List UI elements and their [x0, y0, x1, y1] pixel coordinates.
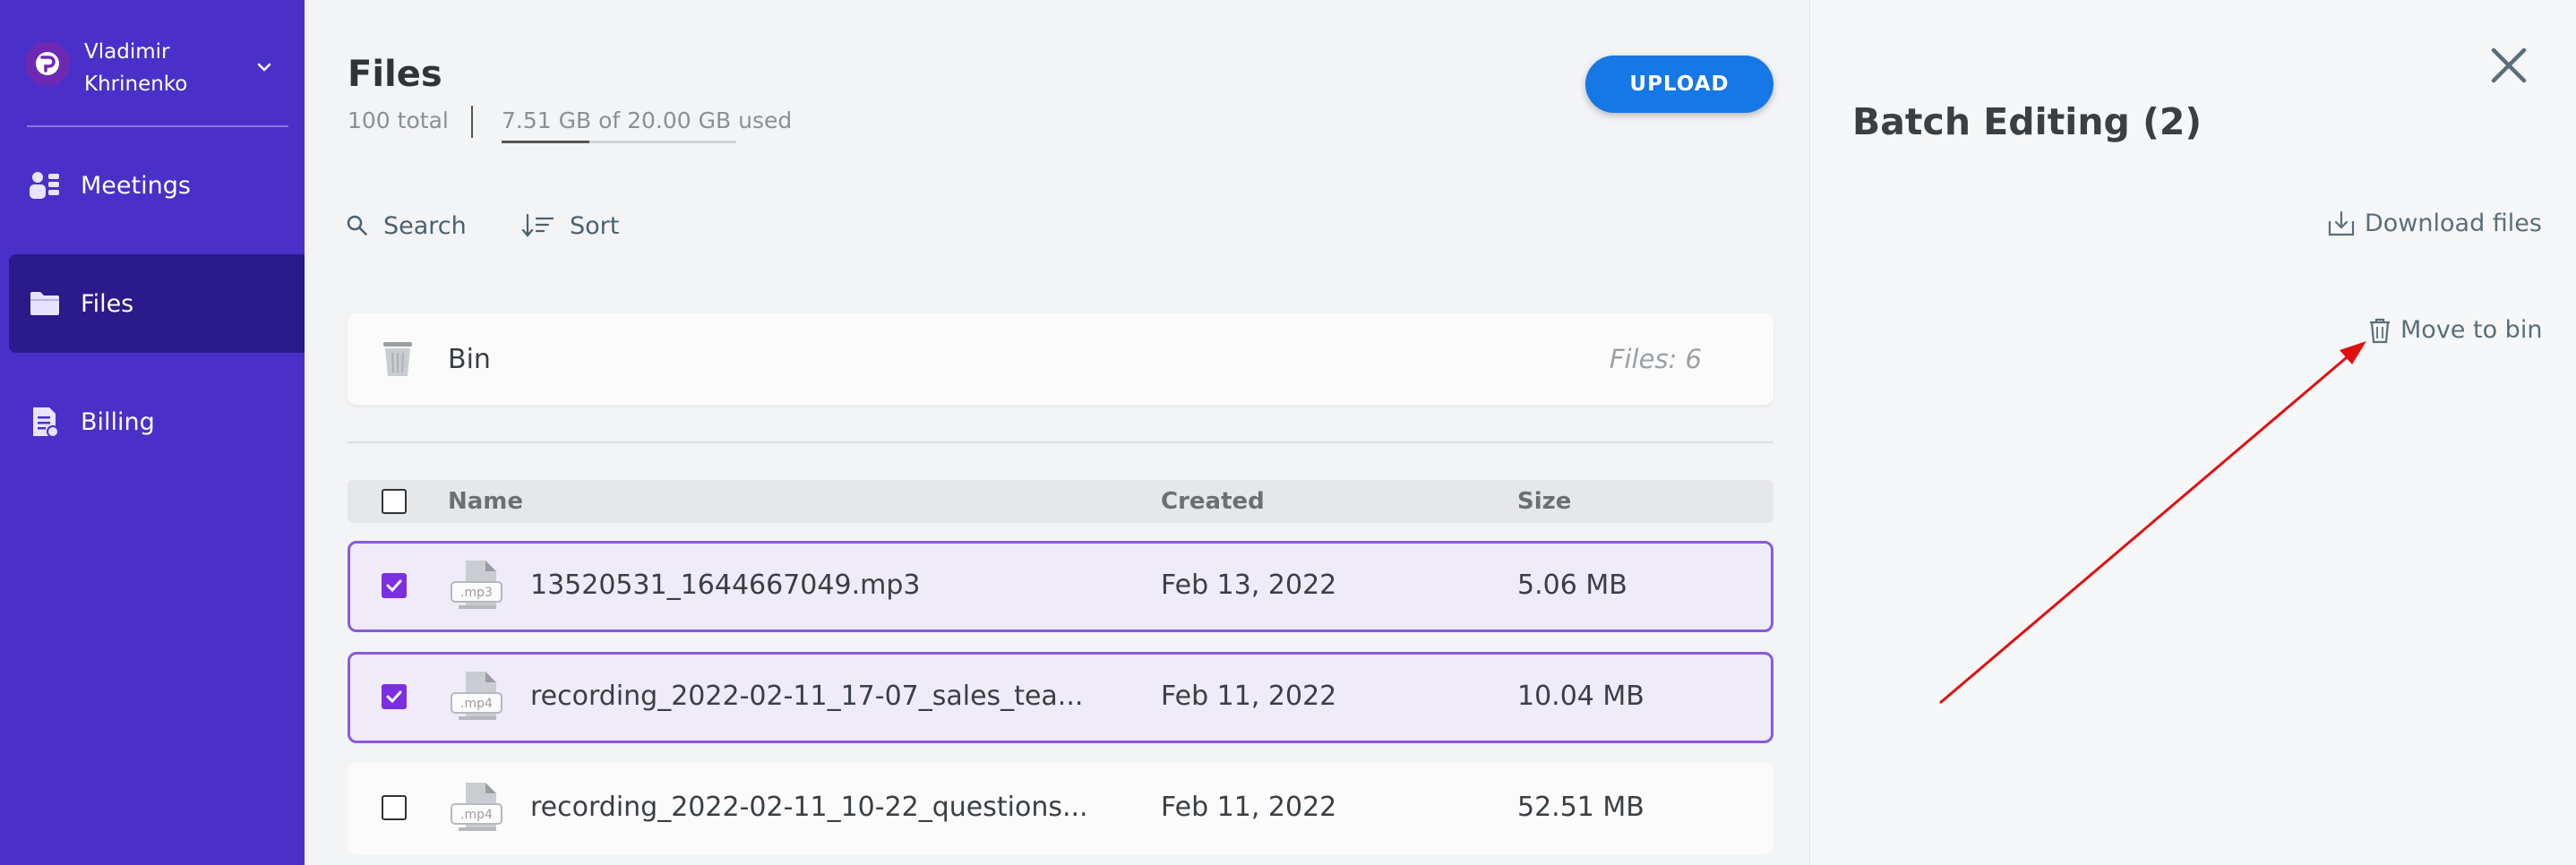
table-header: Name Created Size: [348, 480, 1773, 523]
column-header-created[interactable]: Created: [1161, 480, 1265, 523]
sort-label: Sort: [570, 211, 620, 240]
panel-title: Batch Editing (2): [1852, 100, 2202, 143]
column-header-size[interactable]: Size: [1517, 480, 1571, 523]
user-menu[interactable]: Vladimir Khrinenko: [25, 36, 285, 98]
sort-icon: [521, 213, 554, 237]
sidebar-item-label: Billing: [81, 407, 155, 436]
search-button[interactable]: Search: [346, 208, 467, 244]
row-checkbox[interactable]: [382, 795, 407, 820]
media-file-icon: .mp3: [448, 559, 505, 618]
move-to-bin-button[interactable]: Move to bin: [2368, 316, 2542, 344]
file-name[interactable]: 13520531_1644667049.mp3: [530, 570, 1086, 601]
checkmark-icon: [386, 690, 402, 704]
row-checkbox[interactable]: [382, 573, 407, 598]
table-row[interactable]: .mp3 13520531_1644667049.mp3 Feb 13, 2022 5…: [348, 541, 1773, 632]
download-files-label: Download files: [2365, 210, 2542, 237]
bin-folder[interactable]: Bin Files: 6: [348, 313, 1773, 405]
sort-button[interactable]: Sort: [521, 208, 619, 244]
folder-icon: [27, 286, 63, 321]
upload-button[interactable]: UPLOAD: [1585, 56, 1773, 113]
download-icon: [2328, 210, 2355, 236]
section-divider: [348, 441, 1773, 443]
bin-file-count: Files: 6: [1609, 344, 1702, 374]
table-row[interactable]: .mp4 recording_2022-02-11_10-22_questions…: [348, 763, 1773, 854]
header-separator: [471, 106, 473, 138]
close-icon[interactable]: [2488, 45, 2529, 86]
file-created-date: Feb 11, 2022: [1161, 792, 1337, 823]
trash-icon: [2370, 318, 2390, 343]
search-icon: [347, 215, 367, 236]
user-name: Vladimir Khrinenko: [84, 40, 188, 96]
storage-bar-fill: [502, 141, 589, 143]
app-logo-icon: [25, 41, 70, 86]
invoice-icon: [27, 404, 63, 440]
people-icon: [27, 167, 63, 203]
sidebar-item-label: Files: [81, 289, 134, 318]
search-label: Search: [383, 211, 467, 240]
svg-text:.mp4: .mp4: [460, 697, 493, 711]
sidebar-item-meetings[interactable]: Meetings: [9, 136, 305, 235]
svg-text:.mp4: .mp4: [460, 808, 493, 822]
checkmark-icon: [386, 579, 402, 593]
files-total: 100 total: [348, 107, 449, 133]
file-name[interactable]: recording_2022-02-11_17-07_sales_tea...: [530, 681, 1086, 712]
file-name[interactable]: recording_2022-02-11_10-22_questions...: [530, 792, 1086, 823]
media-file-icon: .mp4: [448, 670, 505, 729]
page-title: Files: [348, 54, 442, 95]
file-created-date: Feb 13, 2022: [1161, 570, 1337, 601]
row-checkbox[interactable]: [382, 684, 407, 709]
sidebar-item-files[interactable]: Files: [9, 254, 305, 353]
sidebar-divider: [27, 125, 288, 127]
table-row[interactable]: .mp4 recording_2022-02-11_17-07_sales_tea…: [348, 652, 1773, 743]
bin-label: Bin: [448, 344, 491, 375]
sidebar-item-billing[interactable]: Billing: [9, 373, 305, 471]
file-size: 5.06 MB: [1517, 570, 1627, 601]
sidebar-item-label: Meetings: [81, 171, 191, 200]
download-files-button[interactable]: Download files: [2327, 210, 2542, 237]
svg-text:.mp3: .mp3: [460, 586, 493, 600]
chevron-down-icon[interactable]: [253, 56, 276, 79]
move-to-bin-label: Move to bin: [2400, 316, 2543, 344]
media-file-icon: .mp4: [448, 781, 505, 840]
storage-usage: 7.51 GB of 20.00 GB used: [502, 107, 793, 133]
select-all-checkbox[interactable]: [382, 489, 407, 514]
file-size: 52.51 MB: [1517, 792, 1644, 823]
file-created-date: Feb 11, 2022: [1161, 681, 1337, 712]
trash-can-icon: [382, 340, 414, 381]
file-size: 10.04 MB: [1517, 681, 1644, 712]
column-header-name[interactable]: Name: [448, 480, 523, 523]
